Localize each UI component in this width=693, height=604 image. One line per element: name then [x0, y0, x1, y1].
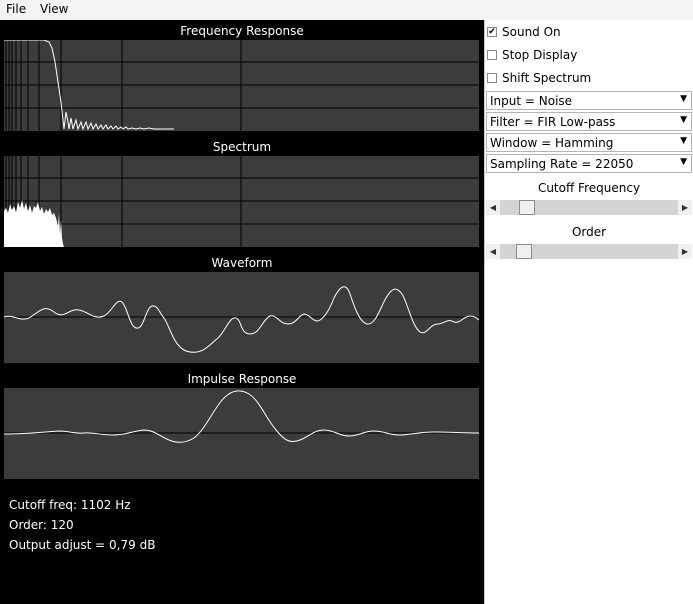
- window-select-value: Window = Hamming: [490, 136, 614, 150]
- spectrum-plot: [4, 156, 479, 247]
- chevron-down-icon: ▼: [680, 115, 687, 125]
- cutoff-info: Cutoff freq: 1102 Hz: [9, 498, 131, 512]
- order-slider[interactable]: ◀ ▶: [486, 244, 692, 259]
- waveform-trace: [4, 286, 479, 353]
- scroll-left-icon[interactable]: ◀: [486, 244, 500, 259]
- window-select[interactable]: Window = Hamming ▼: [486, 133, 692, 152]
- menu-bar: File View: [0, 0, 693, 21]
- waveform-plot: [4, 272, 479, 363]
- spectrum-svg: [4, 156, 479, 247]
- cutoff-frequency-label: Cutoff Frequency: [537, 181, 641, 195]
- chevron-down-icon: ▼: [680, 94, 687, 104]
- display-canvas: Frequency Response Spectrum Waveform Imp…: [0, 20, 484, 604]
- spectrum-title: Spectrum: [212, 140, 272, 154]
- waveform-svg: [4, 286, 479, 353]
- sound-on-label: Sound On: [502, 25, 561, 39]
- order-label: Order: [571, 225, 607, 239]
- chevron-down-icon: ▼: [680, 136, 687, 146]
- shift-spectrum-check[interactable]: [487, 73, 497, 83]
- scroll-right-icon[interactable]: ▶: [678, 200, 692, 215]
- order-slider-thumb[interactable]: [516, 244, 532, 259]
- frequency-response-svg: [4, 40, 479, 131]
- chevron-down-icon: ▼: [680, 157, 687, 167]
- input-select[interactable]: Input = Noise ▼: [486, 91, 692, 110]
- cutoff-slider-thumb[interactable]: [519, 200, 535, 215]
- frequency-response-title: Frequency Response: [180, 24, 304, 38]
- sampling-rate-select-value: Sampling Rate = 22050: [490, 157, 634, 171]
- sound-on-checkbox[interactable]: ✔ Sound On: [487, 23, 561, 41]
- order-info: Order: 120: [9, 518, 74, 532]
- scroll-left-icon[interactable]: ◀: [486, 200, 500, 215]
- frequency-response-plot: [4, 40, 479, 131]
- filter-select[interactable]: Filter = FIR Low-pass ▼: [486, 112, 692, 131]
- stop-display-checkbox[interactable]: Stop Display: [487, 46, 577, 64]
- cutoff-frequency-slider[interactable]: ◀ ▶: [486, 200, 692, 215]
- impulse-response-plot: [4, 388, 479, 479]
- input-select-value: Input = Noise: [490, 94, 573, 108]
- sound-on-check[interactable]: ✔: [487, 27, 497, 37]
- output-adjust-info: Output adjust = 0,79 dB: [9, 538, 156, 552]
- menu-file[interactable]: File: [6, 2, 26, 16]
- impulse-response-title: Impulse Response: [187, 372, 297, 386]
- impulse-response-trace: [4, 390, 479, 443]
- stop-display-label: Stop Display: [502, 48, 578, 62]
- impulse-response-svg: [4, 390, 479, 443]
- sampling-rate-select[interactable]: Sampling Rate = 22050 ▼: [486, 154, 692, 173]
- waveform-title: Waveform: [211, 256, 273, 270]
- filter-select-value: Filter = FIR Low-pass: [490, 115, 616, 129]
- shift-spectrum-checkbox[interactable]: Shift Spectrum: [487, 69, 591, 87]
- spectrum-fill: [4, 200, 64, 247]
- scroll-right-icon[interactable]: ▶: [678, 244, 692, 259]
- menu-view[interactable]: View: [40, 2, 68, 16]
- control-panel: ✔ Sound On Stop Display Shift Spectrum I…: [484, 20, 693, 604]
- shift-spectrum-label: Shift Spectrum: [502, 71, 592, 85]
- stop-display-check[interactable]: [487, 50, 497, 60]
